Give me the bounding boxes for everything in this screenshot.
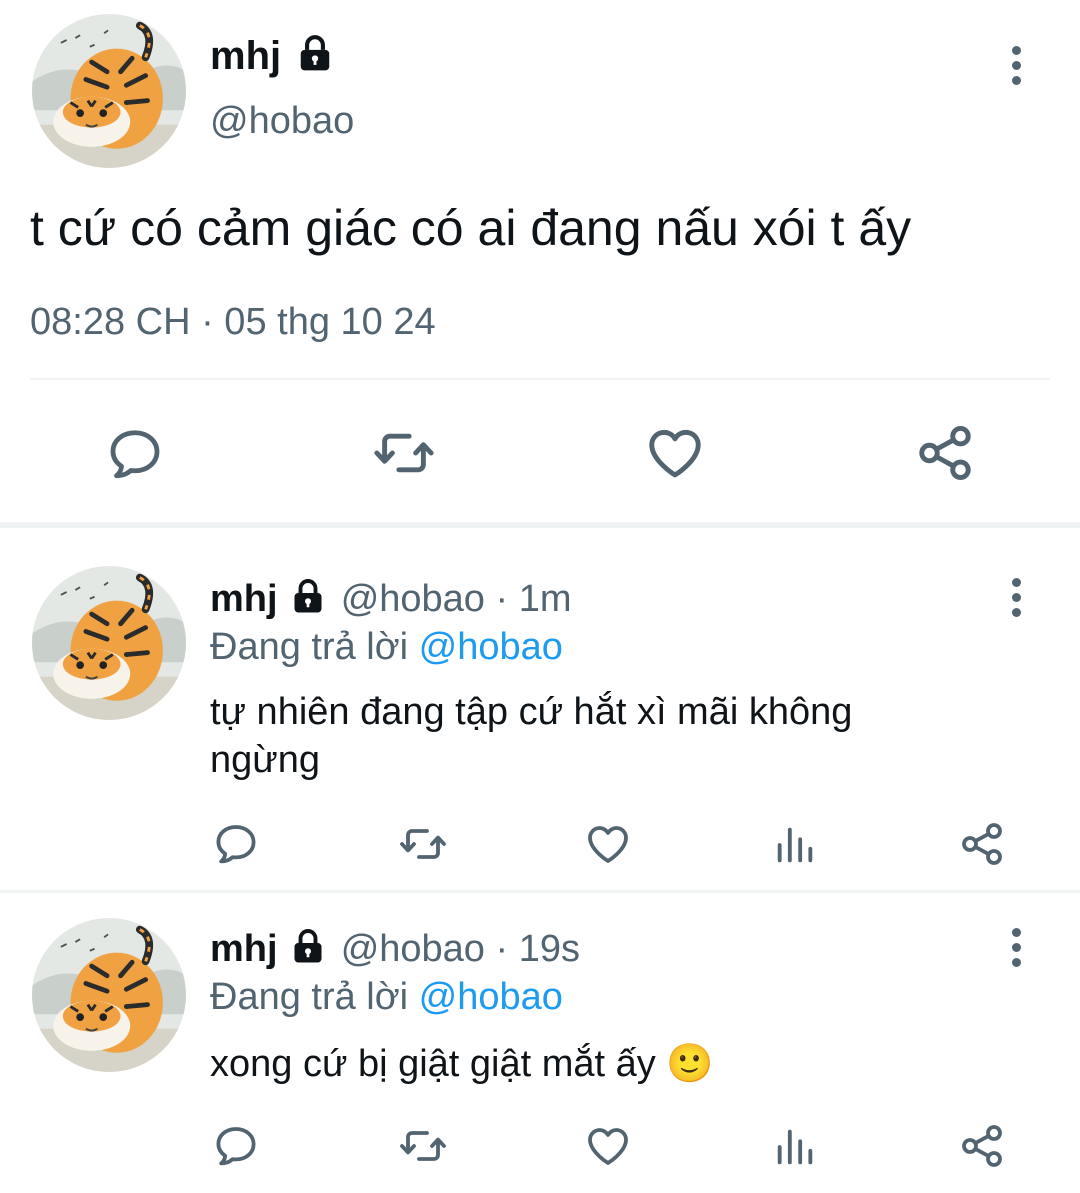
display-name[interactable]: mhj: [210, 928, 278, 970]
replying-to-link[interactable]: @hobao: [419, 626, 563, 668]
share-icon: [958, 820, 1006, 868]
bar-chart-icon: [772, 1124, 818, 1170]
tweet-text: t cứ có cảm giác có ai đang nấu xói t ấy: [30, 200, 912, 256]
heart-icon: [583, 1122, 633, 1170]
reply-text: xong cứ bị giật giật mắt ấy 🙂: [210, 1043, 714, 1085]
handle-time[interactable]: @hobao · 1m: [341, 578, 572, 620]
section-divider: [0, 890, 1080, 893]
more-vertical-icon[interactable]: [1006, 578, 1026, 617]
like-button[interactable]: [642, 422, 708, 484]
handle[interactable]: @hobao: [210, 98, 354, 144]
like-button[interactable]: [583, 820, 633, 868]
views-button[interactable]: [772, 1124, 818, 1170]
display-name[interactable]: mhj: [210, 34, 281, 78]
avatar[interactable]: [32, 566, 186, 720]
heart-icon: [583, 820, 633, 868]
share-button[interactable]: [914, 422, 976, 484]
handle-time[interactable]: @hobao · 19s: [341, 928, 580, 970]
share-icon: [914, 422, 976, 484]
replying-to-label: Đang trả lời: [210, 976, 419, 1018]
avatar[interactable]: [32, 14, 186, 168]
heart-icon: [642, 422, 708, 484]
more-vertical-icon[interactable]: [1006, 928, 1026, 967]
bar-chart-icon: [772, 822, 818, 868]
share-button[interactable]: [958, 820, 1006, 868]
replying-to-link[interactable]: @hobao: [419, 976, 563, 1018]
lock-icon: [296, 33, 334, 73]
avatar[interactable]: [32, 918, 186, 1072]
retweet-icon: [396, 820, 450, 868]
views-button[interactable]: [772, 822, 818, 868]
divider: [30, 378, 1050, 380]
retweet-button[interactable]: [368, 422, 440, 484]
speech-bubble-icon: [104, 424, 166, 484]
section-divider: [0, 522, 1080, 528]
retweet-button[interactable]: [396, 820, 450, 868]
lock-icon: [290, 927, 326, 965]
share-button[interactable]: [958, 1122, 1006, 1170]
tweet-timestamp[interactable]: 08:28 CH · 05 thg 10 24: [30, 298, 436, 346]
share-icon: [958, 1122, 1006, 1170]
retweet-icon: [396, 1122, 450, 1170]
reply-text: tự nhiên đang tập cứ hắt xì mãi không ng…: [210, 691, 853, 781]
retweet-button[interactable]: [396, 1122, 450, 1170]
speech-bubble-icon: [212, 1122, 260, 1170]
speech-bubble-icon: [212, 820, 260, 868]
reply-button[interactable]: [212, 1122, 260, 1170]
like-button[interactable]: [583, 1122, 633, 1170]
reply-button[interactable]: [212, 820, 260, 868]
lock-icon: [290, 577, 326, 615]
display-name[interactable]: mhj: [210, 578, 278, 620]
reply-button[interactable]: [104, 424, 166, 484]
more-vertical-icon[interactable]: [1006, 46, 1026, 85]
replying-to-label: Đang trả lời: [210, 626, 419, 668]
retweet-icon: [368, 422, 440, 484]
